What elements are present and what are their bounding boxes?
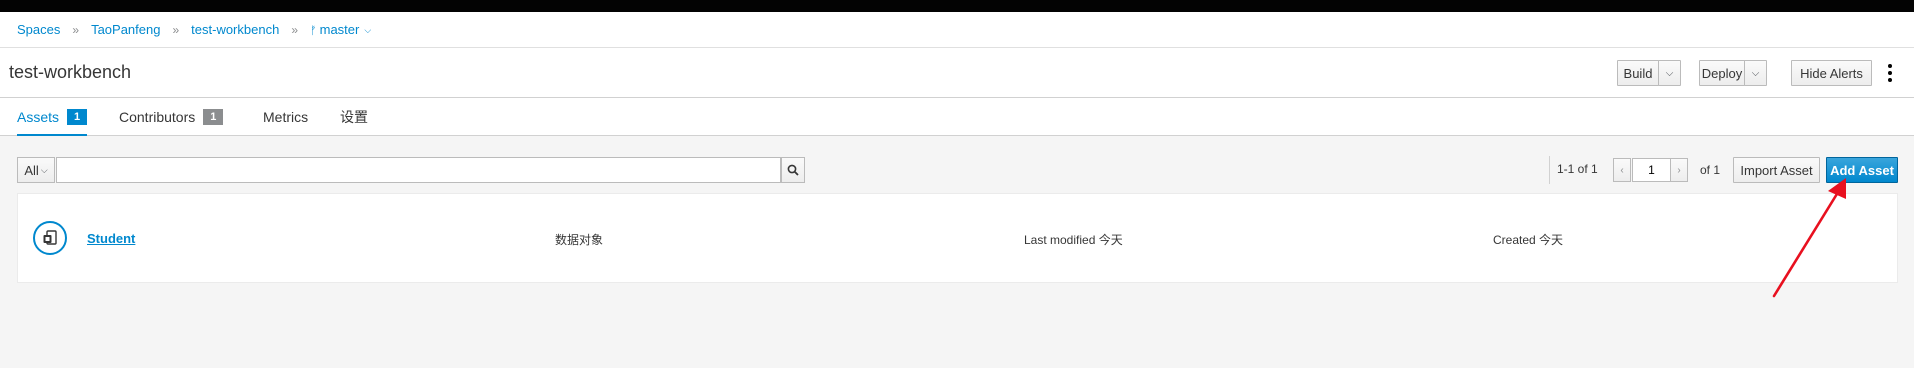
breadcrumb-space-taopanfeng[interactable]: TaoPanfeng: [91, 22, 160, 37]
breadcrumb-separator: »: [172, 22, 180, 37]
chevron-down-icon: ⌵: [1751, 67, 1760, 79]
top-masthead: [0, 0, 1914, 12]
build-dropdown-toggle[interactable]: ⌵: [1658, 60, 1681, 86]
hide-alerts-button[interactable]: Hide Alerts: [1791, 60, 1872, 86]
breadcrumb-project[interactable]: test-workbench: [191, 22, 279, 37]
breadcrumb-separator: »: [72, 22, 80, 37]
kebab-menu-icon[interactable]: [1885, 61, 1895, 85]
project-tabs: Assets 1 Contributors 1 Metrics 设置: [0, 98, 1914, 137]
branch-selector[interactable]: ᚠ master ⌵: [310, 22, 371, 37]
tab-assets[interactable]: Assets 1: [17, 98, 88, 137]
search-button[interactable]: [781, 157, 805, 183]
branch-label: master: [319, 22, 360, 37]
asset-list-item[interactable]: [17, 193, 1898, 283]
tab-contributors[interactable]: Contributors 1: [119, 98, 224, 136]
tab-label: Metrics: [263, 109, 309, 125]
chevron-left-icon: ‹: [1620, 164, 1624, 176]
chevron-down-icon: ⌵: [1665, 67, 1674, 79]
data-object-icon: [33, 221, 67, 255]
toolbar-divider: [1549, 156, 1550, 184]
chevron-right-icon: ›: [1677, 164, 1681, 176]
search-icon: [787, 164, 799, 176]
chevron-down-icon: ⌵: [364, 25, 372, 35]
search-input[interactable]: [56, 157, 781, 183]
add-asset-button[interactable]: Add Asset: [1826, 157, 1898, 183]
tab-label: Contributors: [119, 109, 196, 125]
asset-type: 数据对象: [555, 233, 604, 247]
page-title: test-workbench: [9, 62, 132, 82]
asset-name-link[interactable]: Student: [87, 231, 135, 246]
tab-settings[interactable]: 设置: [340, 98, 368, 136]
import-asset-button[interactable]: Import Asset: [1733, 157, 1820, 183]
chevron-down-icon: ⌵: [40, 164, 48, 175]
deploy-dropdown-toggle[interactable]: ⌵: [1744, 60, 1767, 86]
breadcrumb: Spaces » TaoPanfeng » test-workbench » ᚠ…: [0, 12, 1914, 48]
branch-icon: ᚠ: [310, 25, 317, 37]
previous-page-button[interactable]: ‹: [1613, 158, 1631, 182]
assets-count-badge: 1: [67, 109, 88, 125]
contributors-count-badge: 1: [203, 109, 224, 125]
pagination-range: 1-1 of 1: [1557, 162, 1598, 176]
filter-type-select[interactable]: All ⌵: [17, 157, 55, 183]
deploy-button[interactable]: Deploy: [1699, 60, 1745, 86]
breadcrumb-spaces[interactable]: Spaces: [17, 22, 60, 37]
next-page-button[interactable]: ›: [1670, 158, 1688, 182]
filter-value: All: [24, 162, 39, 178]
page-number-input[interactable]: [1632, 158, 1671, 182]
tab-metrics[interactable]: Metrics: [263, 98, 308, 136]
asset-created: Created 今天: [1493, 233, 1564, 247]
asset-last-modified: Last modified 今天: [1024, 233, 1123, 247]
tab-label: 设置: [340, 109, 368, 125]
total-pages-label: of 1: [1700, 163, 1721, 177]
tab-label: Assets: [17, 109, 60, 125]
build-button[interactable]: Build: [1617, 60, 1659, 86]
breadcrumb-separator: »: [291, 22, 298, 37]
